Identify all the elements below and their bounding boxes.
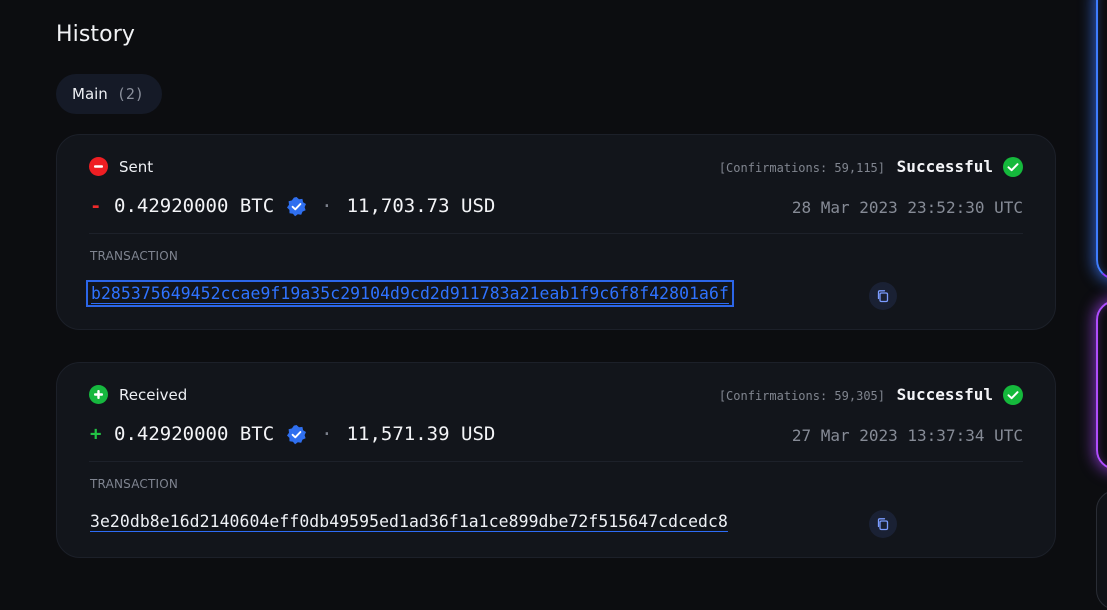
transaction-direction: Received [89,385,187,404]
verified-badge-icon [286,196,307,217]
amount-row: + 0.42920000 BTC · 11,571.39 USD [90,423,495,445]
separator-dot: · [321,423,333,445]
usd-amount: 11,703.73 USD [346,195,496,217]
transaction-date: 27 Mar 2023 13:37:34 UTC [791,426,1023,445]
btc-amount: 0.42920000 BTC [114,423,275,445]
divider [89,233,1023,234]
check-circle-icon [1003,157,1023,177]
copy-icon [877,290,889,303]
transaction-hash-link[interactable]: b285375649452ccae9f19a35c29104d9cd2d9117… [86,280,734,307]
separator-dot: · [321,195,333,217]
btc-amount: 0.42920000 BTC [114,195,275,217]
status-text: Successful [896,385,993,404]
tab-main-count: (2) [116,85,144,103]
side-panel-dark [1096,490,1107,610]
copy-icon [877,518,889,531]
status-text: Successful [896,157,993,176]
copy-button[interactable] [869,510,897,538]
transaction-direction: Sent [89,157,153,176]
page-title: History [56,22,135,47]
tab-main[interactable]: Main (2) [56,74,162,114]
confirmations-text: [Confirmations: 59,115] [718,161,885,175]
side-panel-blue [1096,0,1107,280]
tab-main-label: Main [72,85,108,103]
side-panel-purple [1096,300,1107,470]
transaction-label: TRANSACTION [90,249,179,263]
confirmations-text: [Confirmations: 59,305] [718,389,885,403]
amount-sign: + [90,423,102,445]
direction-label: Sent [119,157,154,176]
transaction-card: Received [Confirmations: 59,305] Success… [56,362,1056,558]
usd-amount: 11,571.39 USD [346,423,496,445]
minus-circle-icon [89,157,108,176]
verified-badge-icon [286,424,307,445]
transaction-date: 28 Mar 2023 23:52:30 UTC [791,198,1023,217]
direction-label: Received [119,385,188,404]
check-circle-icon [1003,385,1023,405]
divider [89,461,1023,462]
transaction-label: TRANSACTION [90,477,179,491]
plus-circle-icon [89,385,108,404]
copy-button[interactable] [869,282,897,310]
amount-row: - 0.42920000 BTC · 11,703.73 USD [90,195,495,217]
amount-sign: - [90,195,102,217]
transaction-hash-link[interactable]: 3e20db8e16d2140604eff0db49595ed1ad36f1a1… [90,512,728,531]
transaction-card: Sent [Confirmations: 59,115] Successful … [56,134,1056,330]
